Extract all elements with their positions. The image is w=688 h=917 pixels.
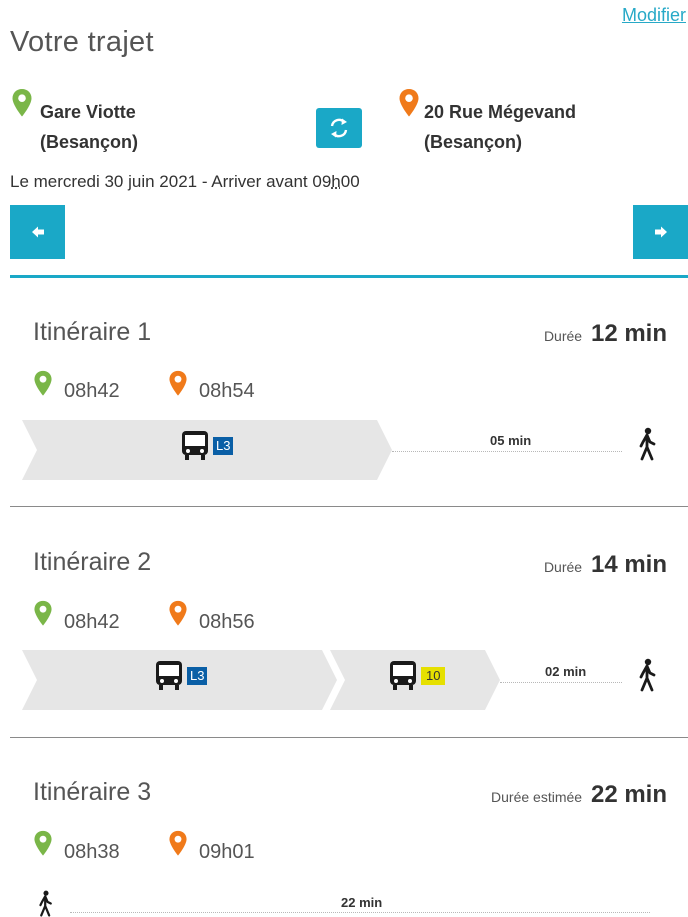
walk-minutes: 22 min — [341, 895, 383, 910]
previous-button[interactable] — [10, 205, 65, 259]
duration-value: 12 min — [590, 320, 667, 347]
bus-icon — [182, 431, 208, 460]
header-divider — [10, 275, 688, 278]
walk-minutes: 02 min — [545, 664, 587, 679]
duration-value: 22 min — [590, 781, 667, 808]
page-title: Votre trajet — [10, 26, 154, 58]
swap-button[interactable] — [316, 108, 362, 148]
origin-pin-icon — [34, 370, 52, 396]
destination-name: 20 Rue Mégevand — [424, 102, 577, 122]
bus-icon — [156, 661, 182, 690]
arrive-time: 08h56 — [199, 611, 255, 633]
origin-pin-icon — [12, 89, 32, 117]
itinerary-3-duration: Durée estimée 22 min — [491, 781, 667, 809]
destination-pin-icon — [169, 370, 187, 396]
pedestrian-icon — [639, 427, 656, 461]
bus-icon — [390, 661, 416, 690]
arrive-time: 09h01 — [199, 841, 255, 863]
itinerary-2-duration: Durée 14 min — [544, 551, 667, 579]
arrow-right-icon — [654, 226, 667, 238]
swap-arrows-icon — [330, 118, 348, 138]
divider — [10, 506, 688, 507]
date-minutes: 00 — [340, 172, 360, 191]
destination-city: (Besançon) — [424, 132, 523, 152]
arrow-left-icon — [31, 226, 44, 238]
line-badge: L3 — [187, 667, 208, 685]
itinerary-3-title[interactable]: Itinéraire 3 — [33, 778, 151, 807]
date-line: Le mercredi 30 juin 2021 - Arriver avant… — [10, 172, 360, 192]
depart-time: 08h42 — [64, 611, 120, 633]
origin-pin-icon — [34, 600, 52, 626]
duration-label: Durée — [543, 328, 583, 344]
next-button[interactable] — [633, 205, 688, 259]
walk-minutes: 05 min — [490, 433, 532, 448]
destination-pin-icon — [169, 600, 187, 626]
duration-value: 14 min — [590, 551, 667, 578]
divider — [10, 737, 688, 738]
walk-line — [500, 682, 622, 683]
line-badge: L3 — [213, 437, 234, 455]
destination-pin-icon — [399, 89, 419, 117]
itinerary-2-title[interactable]: Itinéraire 2 — [33, 548, 151, 577]
walk-line — [70, 912, 650, 913]
pedestrian-icon — [39, 890, 52, 917]
depart-time: 08h38 — [64, 841, 120, 863]
depart-time: 08h42 — [64, 380, 120, 402]
itinerary-1-duration: Durée 12 min — [544, 320, 667, 348]
date-hour-sep: h — [331, 172, 341, 191]
pedestrian-icon — [639, 658, 656, 692]
walk-line — [392, 451, 622, 452]
origin-name: Gare Viotte — [40, 102, 136, 122]
date-text: Le mercredi 30 juin 2021 - Arriver avant… — [10, 172, 332, 191]
duration-label: Durée estimée — [491, 789, 583, 805]
line-badge: 10 — [421, 667, 446, 685]
destination-pin-icon — [169, 830, 187, 856]
duration-label: Durée — [543, 559, 583, 575]
modify-link[interactable]: Modifier — [622, 5, 686, 26]
origin-city: (Besançon) — [40, 132, 139, 152]
arrive-time: 08h54 — [199, 380, 255, 402]
origin-pin-icon — [34, 830, 52, 856]
itinerary-1-title[interactable]: Itinéraire 1 — [33, 318, 151, 347]
